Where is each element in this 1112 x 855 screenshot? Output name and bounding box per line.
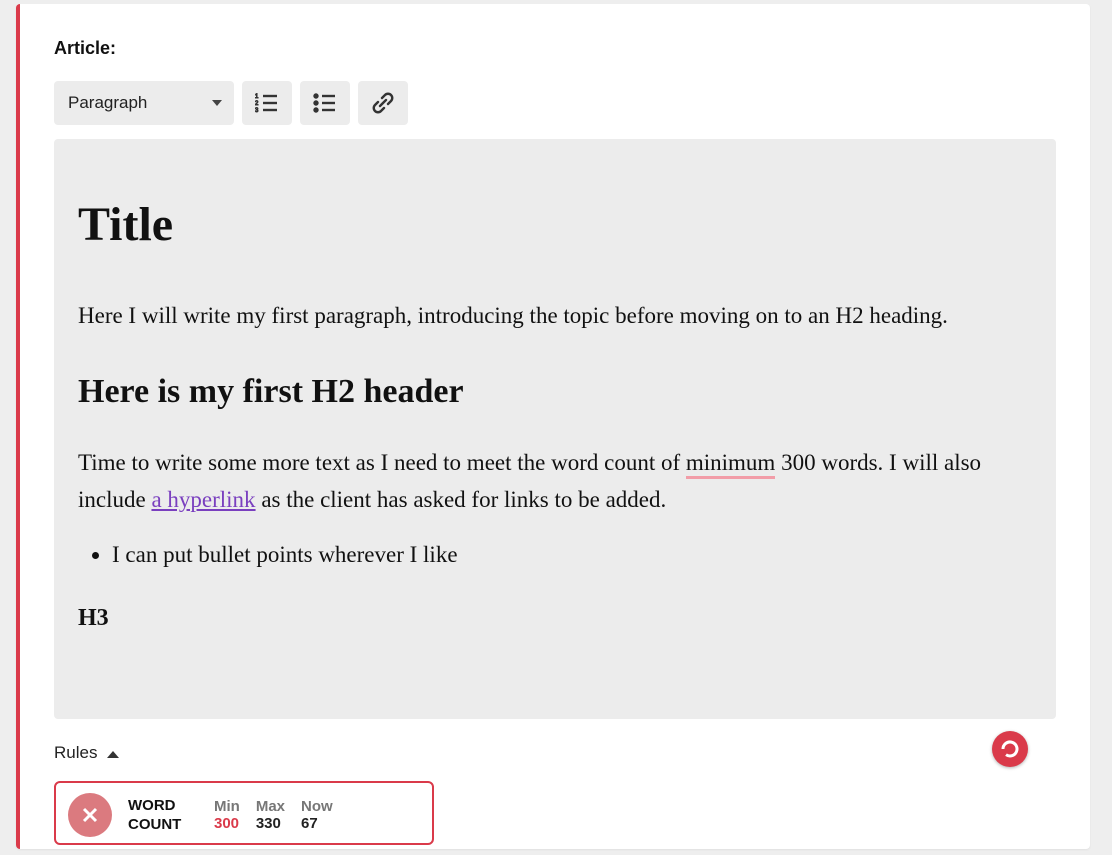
chevron-up-icon: [107, 751, 119, 758]
svg-text:1: 1: [255, 94, 259, 100]
list-item[interactable]: I can put bullet points wherever I like: [112, 537, 1032, 574]
svg-text:2: 2: [255, 101, 259, 107]
text-span: as the client has asked for links to be …: [256, 487, 667, 512]
editor-toolbar: Paragraph 1 2 3: [54, 81, 1056, 125]
bullet-list[interactable]: I can put bullet points wherever I like: [112, 537, 1032, 574]
block-type-value: Paragraph: [68, 93, 147, 113]
rule-metrics: Min 300 Max 330 Now 67: [214, 798, 333, 832]
metric-min: Min 300: [214, 798, 240, 832]
block-type-dropdown[interactable]: Paragraph: [54, 81, 234, 125]
word-count-rule: WORD COUNT Min 300 Max 330 Now 67: [54, 781, 434, 845]
metric-max: Max 330: [256, 798, 285, 832]
text-span: Time to write some more text as I need t…: [78, 450, 686, 475]
metric-now: Now 67: [301, 798, 333, 832]
grammarly-fab[interactable]: [992, 731, 1028, 767]
article-label: Article:: [54, 38, 1056, 59]
article-title[interactable]: Title: [78, 187, 1032, 264]
metric-value: 330: [256, 815, 285, 832]
close-icon: [80, 805, 100, 825]
article-card: Article: Paragraph 1 2 3: [16, 4, 1090, 849]
rule-title: WORD COUNT: [128, 796, 198, 835]
rules-toggle[interactable]: Rules: [54, 743, 1056, 763]
article-editor[interactable]: Title Here I will write my first paragra…: [54, 139, 1056, 719]
loading-arc-icon: [999, 738, 1021, 760]
caret-down-icon: [212, 100, 222, 106]
rules-label: Rules: [54, 743, 97, 763]
hyperlink[interactable]: a hyperlink: [151, 487, 255, 512]
metric-label: Max: [256, 798, 285, 815]
error-icon: [68, 793, 112, 837]
article-paragraph[interactable]: Time to write some more text as I need t…: [78, 445, 1032, 519]
spellcheck-underline[interactable]: minimum: [686, 450, 775, 479]
metric-value: 67: [301, 815, 333, 832]
metric-value: 300: [214, 815, 240, 832]
article-h2[interactable]: Here is my first H2 header: [78, 365, 1032, 419]
metric-label: Now: [301, 798, 333, 815]
metric-label: Min: [214, 798, 240, 815]
ordered-list-button[interactable]: 1 2 3: [242, 81, 292, 125]
unordered-list-button[interactable]: [300, 81, 350, 125]
article-h3[interactable]: H3: [78, 599, 1032, 637]
link-button[interactable]: [358, 81, 408, 125]
ordered-list-icon: 1 2 3: [255, 92, 279, 114]
unordered-list-icon: [313, 92, 337, 114]
svg-text:3: 3: [255, 108, 259, 114]
link-icon: [370, 92, 396, 114]
article-paragraph[interactable]: Here I will write my first paragraph, in…: [78, 298, 1032, 335]
